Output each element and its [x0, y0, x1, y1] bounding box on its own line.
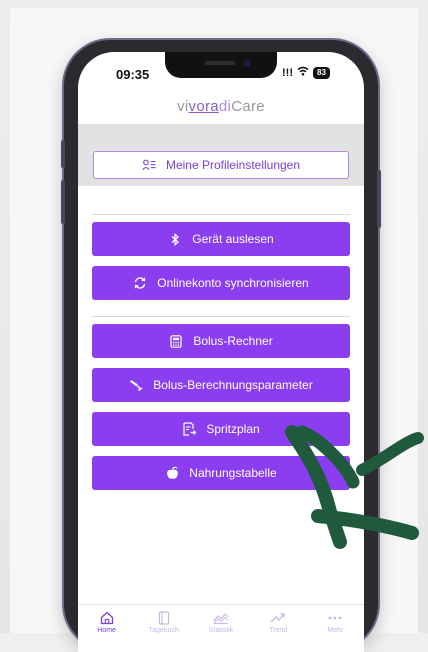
bolus-calculator-label: Bolus-Rechner: [193, 334, 273, 348]
tab-home[interactable]: Home: [79, 605, 135, 652]
section-divider: [92, 316, 350, 317]
bluetooth-icon: [168, 232, 182, 246]
home-icon: [100, 611, 114, 627]
sync-account-label: Onlinekonto synchronisieren: [157, 276, 309, 290]
status-time: 09:35: [116, 67, 150, 82]
tab-trend[interactable]: Trend: [250, 605, 306, 652]
read-device-button[interactable]: Gerät auslesen: [92, 222, 350, 256]
profile-settings-button[interactable]: Meine Profileinstellungen: [93, 151, 349, 179]
tab-more[interactable]: Mehr: [307, 605, 363, 652]
food-table-label: Nahrungstabelle: [189, 466, 277, 480]
logo-text: vora: [188, 98, 219, 115]
more-icon: [327, 611, 343, 627]
app-screen: 09:35 !!! 83 vivoradiCare Meine Profilei…: [78, 52, 364, 652]
section-divider: [92, 214, 350, 215]
logo-text: Care: [231, 98, 265, 115]
logo-text: di: [218, 98, 232, 115]
statistics-icon: [213, 611, 229, 627]
app-logo: vivoradiCare: [78, 98, 364, 115]
tab-diary[interactable]: Tagebuch: [136, 605, 192, 652]
battery-icon: 83: [313, 66, 330, 79]
diary-icon: [158, 611, 170, 627]
speaker-grille: [205, 61, 235, 65]
signal-icon: !!!: [282, 66, 293, 79]
trend-icon: [270, 611, 286, 627]
profile-list-icon: [142, 158, 156, 172]
calculator-icon: [169, 334, 183, 348]
phone-power-button: [377, 170, 381, 228]
bolus-parameters-label: Bolus-Berechnungsparameter: [153, 378, 313, 392]
tab-statistics[interactable]: Statistik: [193, 605, 249, 652]
read-device-label: Gerät auslesen: [192, 232, 274, 246]
food-table-button[interactable]: Nahrungstabelle: [92, 456, 350, 490]
sync-icon: [133, 276, 147, 290]
syringe-icon: [129, 378, 143, 392]
logo-text: vi: [177, 98, 189, 115]
plan-icon: [182, 422, 196, 436]
phone-notch: [165, 52, 277, 78]
wifi-icon: [297, 66, 309, 79]
phone-volume-button: [61, 140, 65, 168]
apple-icon: [165, 466, 179, 480]
sync-account-button[interactable]: Onlinekonto synchronisieren: [92, 266, 350, 300]
status-indicators: !!! 83: [282, 66, 330, 79]
camera-icon: [243, 59, 251, 67]
injection-plan-button[interactable]: Spritzplan: [92, 412, 350, 446]
profile-settings-label: Meine Profileinstellungen: [165, 158, 301, 172]
bottom-tab-bar: Home Tagebuch Statistik Trend Mehr: [78, 604, 364, 652]
phone-volume-button: [61, 180, 65, 224]
bolus-parameters-button[interactable]: Bolus-Berechnungsparameter: [92, 368, 350, 402]
bolus-calculator-button[interactable]: Bolus-Rechner: [92, 324, 350, 358]
injection-plan-label: Spritzplan: [206, 422, 260, 436]
